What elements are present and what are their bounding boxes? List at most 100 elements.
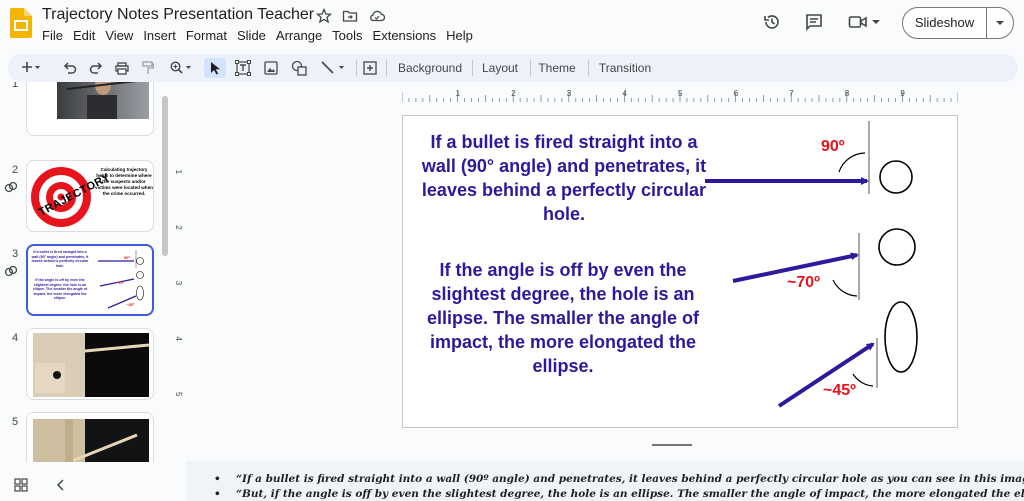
menu-file[interactable]: File [42, 28, 69, 43]
ruler-label: 4 [174, 336, 183, 341]
add-comment-icon [363, 61, 377, 75]
ruler-label: 5 [678, 89, 683, 98]
paint-format-button[interactable] [138, 58, 158, 78]
chevron-down-icon [996, 21, 1004, 25]
cloud-status-icon[interactable] [368, 8, 386, 24]
menu-extensions[interactable]: Extensions [373, 28, 443, 43]
svg-text:90º: 90º [124, 255, 130, 260]
background-button[interactable]: Background [392, 58, 468, 78]
slideshow-button[interactable]: Slideshow [902, 7, 1014, 39]
text-box-icon [235, 60, 251, 76]
notes-resize-handle[interactable] [652, 444, 692, 446]
slide-3-diagram: 90º ~70º ~45º [98, 250, 144, 309]
ruler-label: 5 [174, 392, 183, 397]
ruler-label: 9 [900, 89, 905, 98]
slide-number: 3 [12, 248, 19, 260]
slideshow-label[interactable]: Slideshow [903, 8, 987, 38]
ruler-label: 4 [622, 89, 627, 98]
version-history-button[interactable] [758, 8, 786, 36]
slide-number: 5 [12, 416, 19, 428]
insert-image-button[interactable] [260, 58, 282, 78]
shape-icon [291, 60, 307, 76]
slide-2-caption: Calculating trajectory helps to determin… [95, 167, 153, 196]
link-icon [4, 265, 18, 277]
image-icon [264, 61, 278, 75]
speaker-note-line: “But, if the angle is off by even the sl… [214, 487, 1024, 501]
ruler-label: 7 [789, 89, 794, 98]
angle-label-90[interactable]: 90º [821, 138, 845, 156]
menu-slide[interactable]: Slide [237, 28, 272, 43]
comment-icon [806, 14, 822, 31]
grid-view-icon[interactable] [14, 478, 28, 492]
toolbar-divider [530, 60, 531, 76]
ruler-label: 6 [734, 89, 739, 98]
comments-button[interactable] [800, 8, 828, 36]
slide-number: 2 [12, 164, 19, 176]
menu-edit[interactable]: Edit [73, 28, 101, 43]
menu-arrange[interactable]: Arrange [276, 28, 328, 43]
ruler-label: 1 [456, 89, 461, 98]
new-slide-button[interactable] [16, 58, 46, 78]
print-icon [115, 61, 129, 75]
ruler-label: 3 [567, 89, 572, 98]
meet-button[interactable] [844, 8, 884, 36]
slides-logo-icon[interactable] [10, 8, 32, 38]
angle-arc [832, 279, 858, 297]
menu-help[interactable]: Help [446, 28, 479, 43]
plus-icon [22, 62, 40, 72]
link-icon [4, 181, 18, 193]
text-box-button[interactable] [232, 58, 254, 78]
print-button[interactable] [112, 58, 132, 78]
ruler-label: 3 [174, 281, 183, 286]
collapse-panel-icon[interactable] [56, 479, 64, 491]
angle-label-70[interactable]: ~70º [787, 274, 820, 292]
undo-icon [63, 62, 77, 74]
slide-thumbnail-4[interactable] [26, 328, 154, 400]
shape-button[interactable] [288, 58, 310, 78]
menu-format[interactable]: Format [186, 28, 233, 43]
wall-photo [27, 329, 153, 399]
slide-thumbnail-5[interactable] [26, 412, 154, 462]
line-button[interactable] [316, 58, 350, 78]
zoom-button[interactable] [166, 58, 196, 78]
ruler-label: 8 [845, 89, 850, 98]
slideshow-dropdown[interactable] [987, 20, 1013, 26]
speaker-notes[interactable]: “If a bullet is fired straight into a wa… [186, 461, 1024, 501]
undo-button[interactable] [60, 58, 80, 78]
document-title[interactable]: Trajectory Notes Presentation Teacher [42, 6, 314, 24]
redo-icon [89, 62, 103, 74]
ruler-label: 1 [174, 170, 183, 175]
cursor-icon [210, 62, 220, 75]
slide-thumbnail-2[interactable]: TRAJECTORY Calculating trajectory helps … [26, 160, 154, 232]
slide-number: 4 [12, 332, 19, 344]
select-tool-button[interactable] [204, 58, 226, 78]
star-icon[interactable] [316, 8, 332, 24]
toolbar-divider [588, 60, 589, 76]
history-icon [764, 15, 779, 29]
menu-view[interactable]: View [105, 28, 139, 43]
ruler-label: 2 [511, 89, 516, 98]
filmstrip-scrollbar[interactable] [162, 96, 168, 256]
add-comment-button[interactable] [360, 58, 380, 78]
zoom-icon [170, 61, 191, 74]
menu-bar: File Edit View Insert Format Slide Arran… [42, 28, 483, 43]
toolbar: Background Layout Theme Transition [8, 54, 1018, 82]
toolbar-divider [386, 60, 387, 76]
svg-text:~70º: ~70º [116, 280, 125, 285]
layout-button[interactable]: Layout [476, 58, 524, 78]
theme-button[interactable]: Theme [534, 58, 580, 78]
transition-button[interactable]: Transition [594, 58, 656, 78]
wall-photo [27, 413, 153, 462]
trajectory-diagram [705, 121, 918, 408]
slide-canvas[interactable]: If a bullet is fired straight into a wal… [402, 115, 958, 428]
menu-insert[interactable]: Insert [143, 28, 182, 43]
angle-label-45[interactable]: ~45º [823, 382, 856, 400]
slide-thumbnail-1[interactable] [26, 82, 154, 136]
redo-button[interactable] [86, 58, 106, 78]
angle-arc [852, 373, 874, 387]
toolbar-divider [356, 60, 357, 76]
slightly-elliptical-hole [878, 228, 916, 266]
menu-tools[interactable]: Tools [332, 28, 368, 43]
move-folder-icon[interactable] [342, 8, 358, 24]
slide-thumbnail-3[interactable]: If a bullet is fired straight into a wal… [26, 244, 154, 316]
